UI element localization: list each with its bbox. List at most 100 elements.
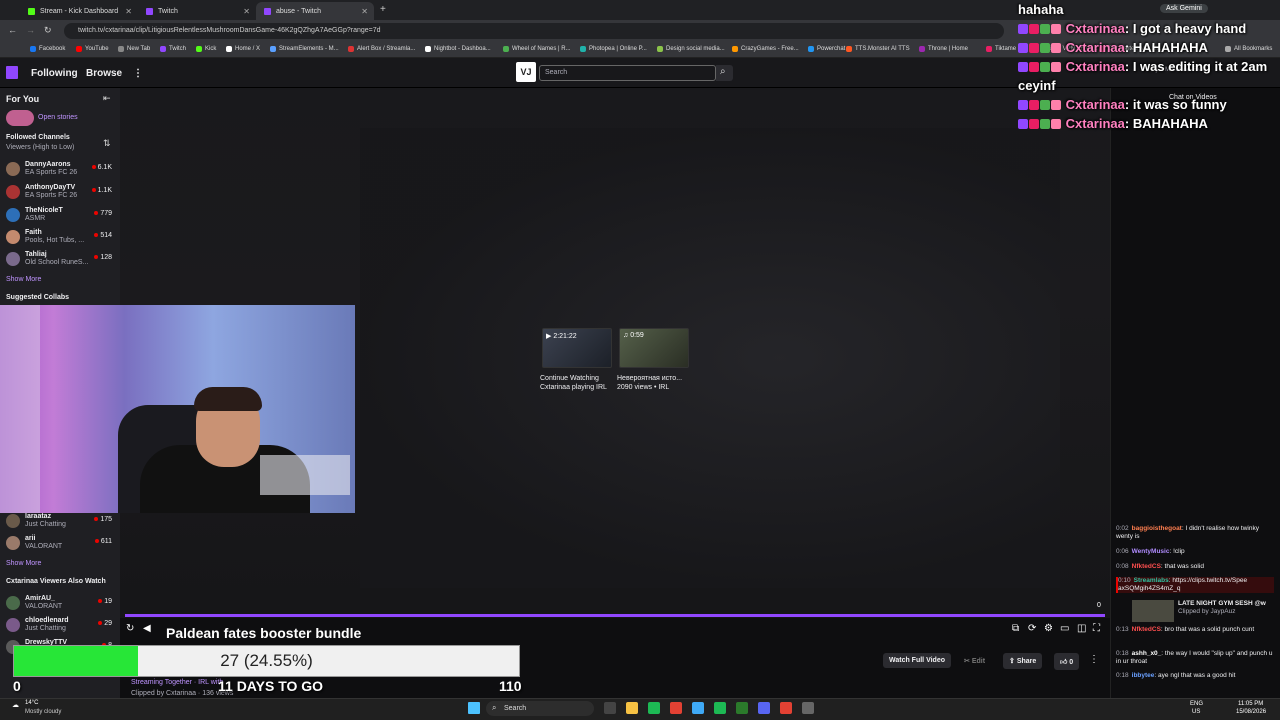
bookmark-item[interactable]: Home / X bbox=[226, 46, 260, 52]
streaming-together-link[interactable]: Streaming Together · IRL with bbox=[131, 679, 223, 686]
edit-button[interactable]: ✂ Edit bbox=[958, 653, 991, 669]
discord-icon[interactable] bbox=[758, 702, 770, 714]
bookmark-item[interactable]: Design social media... bbox=[657, 46, 725, 52]
volume-icon[interactable]: ◀ bbox=[143, 623, 151, 634]
taskbar-search[interactable]: Search bbox=[486, 701, 594, 716]
bookmark-label: Home / X bbox=[235, 46, 261, 52]
sheets-icon[interactable] bbox=[714, 702, 726, 714]
thumb-title[interactable]: Невероятная исто... bbox=[617, 374, 682, 383]
bookmark-item[interactable]: Powerchat bbox=[808, 46, 845, 52]
duration-badge: ♫ 0:59 bbox=[623, 332, 644, 339]
clip-icon[interactable]: ⧉ bbox=[1012, 623, 1019, 634]
bookmark-item[interactable]: Throne | Home bbox=[919, 46, 968, 52]
bookmark-item[interactable]: Facebook bbox=[30, 46, 65, 52]
sidebar-channel[interactable]: TheNicoleT ASMR 779 bbox=[6, 206, 114, 226]
tab-kick-dashboard[interactable]: Stream - Kick Dashboard ✕ bbox=[20, 2, 138, 20]
bookmark-item[interactable]: Photopea | Online P... bbox=[580, 46, 647, 52]
followed-sort[interactable]: Viewers (High to Low) bbox=[6, 144, 74, 151]
spotify-icon[interactable] bbox=[648, 702, 660, 714]
forward-icon[interactable]: → bbox=[26, 25, 35, 35]
recommended-clip-thumbnail[interactable]: ♫ 0:59 bbox=[619, 328, 689, 368]
bookmark-item[interactable]: Alert Box / Streamla... bbox=[348, 46, 415, 52]
loop-icon[interactable]: ⟳ bbox=[1028, 623, 1036, 634]
weather-temp[interactable]: 14°C bbox=[25, 700, 38, 706]
chat-username[interactable]: ibbytee bbox=[1132, 672, 1155, 679]
chat-badge-icon bbox=[1040, 100, 1050, 110]
avatar bbox=[6, 185, 20, 199]
app-icon[interactable] bbox=[802, 702, 814, 714]
edge-icon[interactable] bbox=[692, 702, 704, 714]
search-button[interactable]: ⌕ bbox=[716, 65, 733, 81]
show-more-suggested[interactable]: Show More bbox=[6, 560, 41, 567]
sidebar-channel[interactable]: chloedlenard Just Chatting 29 bbox=[6, 616, 114, 636]
chat-username[interactable]: baggioisthegoat bbox=[1132, 525, 1182, 532]
like-button[interactable]: 👍︎ 0 bbox=[1054, 653, 1080, 670]
sidebar-channel[interactable]: Faith Pools, Hot Tubs, ... 514 bbox=[6, 228, 114, 248]
bookmark-item[interactable]: Nightbot - Dashboa... bbox=[425, 46, 491, 52]
sidebar-channel[interactable]: DannyAarons EA Sports FC 26 6.1K bbox=[6, 160, 114, 180]
tab-twitch[interactable]: Twitch ✕ bbox=[138, 2, 256, 20]
close-icon[interactable]: ✕ bbox=[125, 7, 132, 16]
open-stories-link[interactable]: Open stories bbox=[38, 114, 78, 121]
chat-username[interactable]: NfktedCS bbox=[1132, 563, 1161, 570]
chat-username[interactable]: ashh_x0_ bbox=[1132, 650, 1162, 657]
excel-icon[interactable] bbox=[736, 702, 748, 714]
bookmark-item[interactable]: New Tab bbox=[118, 46, 150, 52]
task-view-icon[interactable] bbox=[604, 702, 616, 714]
close-icon[interactable]: ✕ bbox=[361, 7, 368, 16]
share-button[interactable]: ⇪ Share bbox=[1003, 653, 1043, 669]
bookmark-item[interactable]: YouTube bbox=[76, 46, 109, 52]
seek-bar[interactable] bbox=[125, 614, 1105, 617]
settings-gear-icon[interactable]: ⚙ bbox=[1044, 623, 1053, 634]
back-icon[interactable]: ← bbox=[8, 25, 17, 35]
file-explorer-icon[interactable] bbox=[626, 702, 638, 714]
chat-username[interactable]: Streamlabs bbox=[1134, 577, 1169, 584]
pip-icon[interactable]: ◫ bbox=[1077, 623, 1086, 634]
time-readout: 0 bbox=[1097, 602, 1101, 609]
windows-start-icon[interactable] bbox=[468, 702, 480, 714]
thumb-title[interactable]: Continue Watching bbox=[540, 374, 607, 383]
bookmark-item[interactable]: StreamElements - M... bbox=[270, 46, 339, 52]
continue-watching-thumbnail[interactable]: ▶ 2:21:22 bbox=[542, 328, 612, 368]
more-icon[interactable]: ⋮ bbox=[133, 68, 143, 79]
chrome-icon[interactable] bbox=[670, 702, 682, 714]
chrome-profile-icon[interactable] bbox=[780, 702, 792, 714]
weather-icon[interactable]: ☁ bbox=[12, 701, 19, 709]
sidebar-channel[interactable]: arii VALORANT 611 bbox=[6, 534, 114, 554]
clock-time[interactable]: 11:05 PM bbox=[1238, 701, 1263, 707]
twitch-logo-icon[interactable] bbox=[6, 66, 18, 79]
fullscreen-icon[interactable]: ⛶ bbox=[1093, 623, 1100, 634]
reload-icon[interactable]: ↻ bbox=[44, 25, 52, 36]
new-tab-button[interactable]: + bbox=[380, 4, 386, 15]
show-more-followed[interactable]: Show More bbox=[6, 276, 41, 283]
chat-username[interactable]: WentyMusic bbox=[1132, 548, 1170, 555]
bookmark-item[interactable]: Tiktame bbox=[986, 46, 1016, 52]
sidebar-channel[interactable]: Tahliaj Old School RuneS... 128 bbox=[6, 250, 114, 270]
extension-logo-icon[interactable]: VJ bbox=[516, 62, 536, 82]
sidebar-channel[interactable]: AmirAU_ VALORANT 19 bbox=[6, 594, 114, 614]
nav-following[interactable]: Following bbox=[31, 68, 78, 79]
tab-abuse-twitch[interactable]: abuse - Twitch ✕ bbox=[256, 2, 374, 20]
stories-avatars[interactable] bbox=[6, 110, 34, 126]
language-indicator[interactable]: ENG bbox=[1190, 701, 1203, 707]
sidebar-channel[interactable]: laraataz Just Chatting 175 bbox=[6, 512, 114, 532]
more-options-icon[interactable]: ⋮ bbox=[1089, 654, 1099, 665]
url-field[interactable]: twitch.tv/cxtarinaa/clip/LitigiousRelent… bbox=[64, 23, 1004, 39]
sidebar-channel[interactable]: AnthonyDayTV EA Sports FC 26 1.1K bbox=[6, 183, 114, 203]
bookmark-item[interactable]: Kick bbox=[196, 46, 216, 52]
replay-icon[interactable]: ↻ bbox=[126, 623, 134, 634]
bookmark-item[interactable]: Twitch bbox=[160, 46, 186, 52]
clip-embed-card[interactable]: LATE NIGHT GYM SESH @w Clipped by JaypAuz bbox=[1116, 600, 1274, 622]
bookmark-item[interactable]: CrazyGames - Free... bbox=[732, 46, 799, 52]
close-icon[interactable]: ✕ bbox=[243, 7, 250, 16]
watch-full-video-button[interactable]: Watch Full Video bbox=[883, 653, 952, 668]
sort-icon[interactable]: ⇅ bbox=[103, 138, 111, 149]
bookmark-item[interactable]: TTS.Monster AI TTS bbox=[846, 46, 910, 52]
collapse-sidebar-icon[interactable]: ⇤ bbox=[103, 93, 111, 104]
bookmark-favicon-icon bbox=[986, 46, 992, 52]
theatre-mode-icon[interactable]: ▭ bbox=[1060, 623, 1069, 634]
bookmark-item[interactable]: Wheel of Names | R... bbox=[503, 46, 571, 52]
nav-browse[interactable]: Browse bbox=[86, 68, 122, 79]
search-input[interactable]: Search bbox=[539, 65, 716, 81]
chat-username[interactable]: NfktedCS bbox=[1132, 626, 1161, 633]
